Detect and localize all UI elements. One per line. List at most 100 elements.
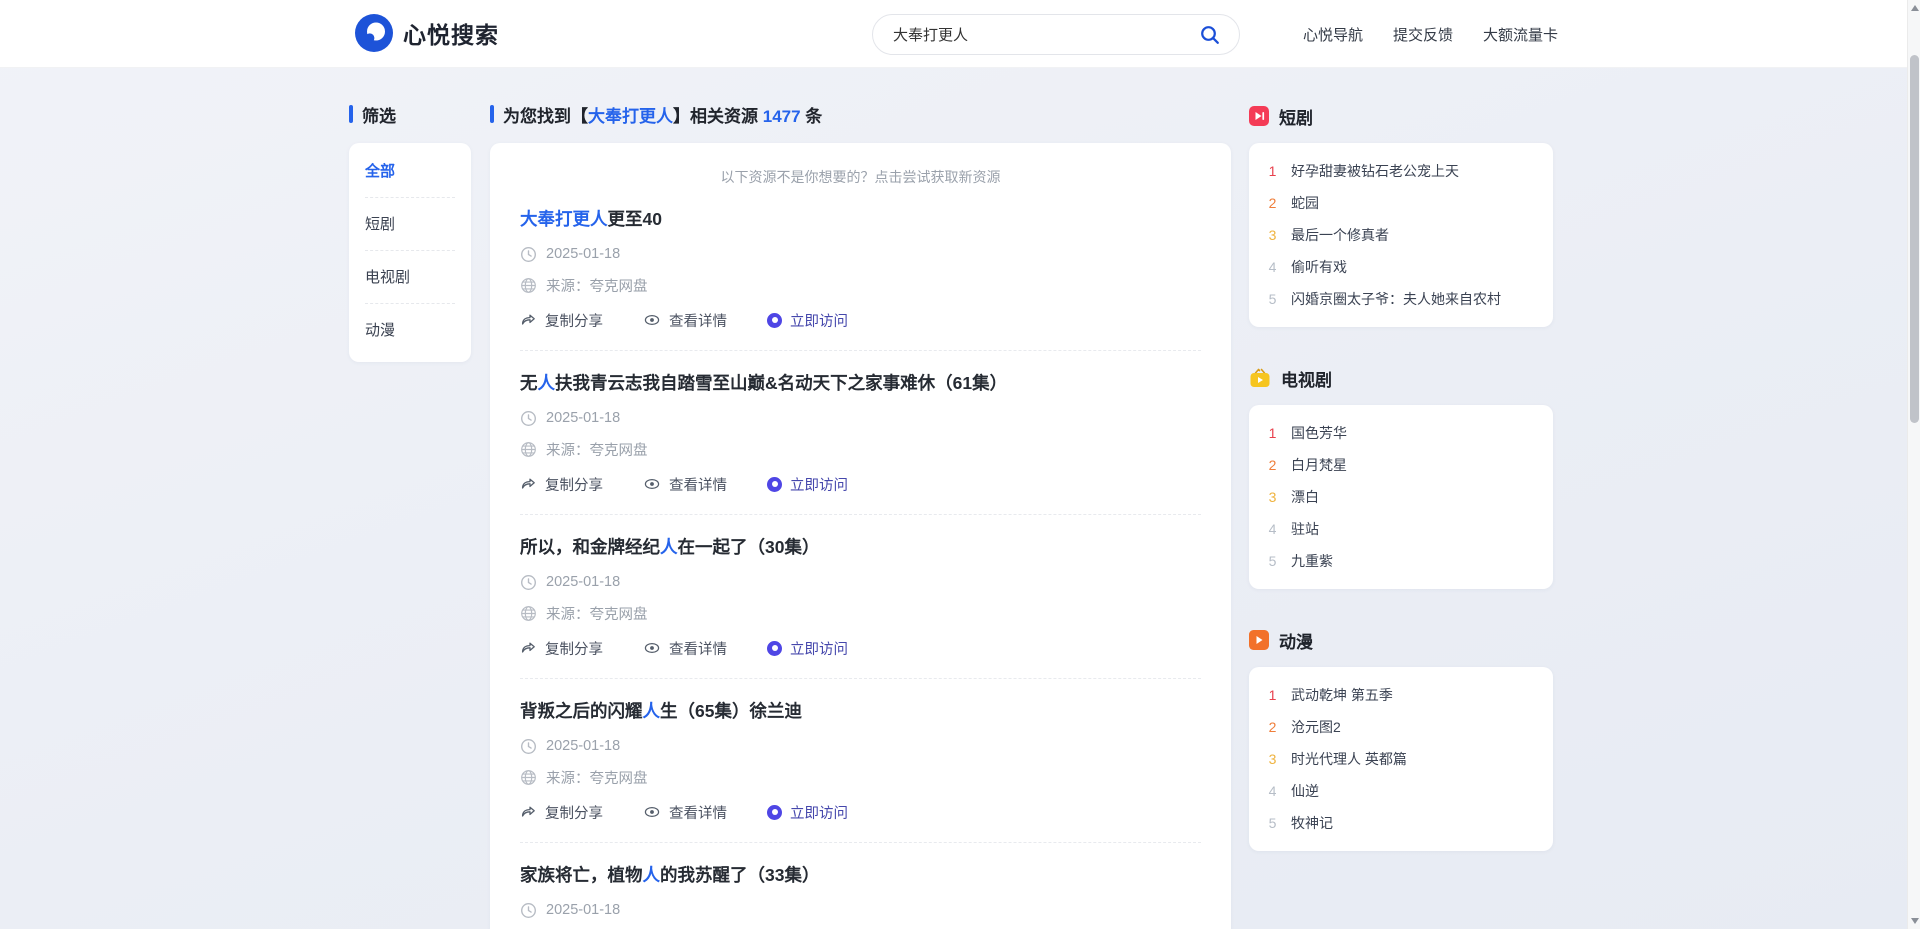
view-detail-button[interactable]: 查看详情 [643,638,727,659]
ranking-item-title: 偷听有戏 [1291,257,1347,277]
ranking-item-title: 闪婚京圈太子爷：夫人她来自农村 [1291,289,1501,309]
logo[interactable]: 心悦搜索 [355,14,499,52]
result-item: 所以，和金牌经纪人在一起了（30集） 2025-01-18 来源：夸克网盘复制分享 查… [520,515,1201,679]
ranking-item[interactable]: 1武动乾坤 第五季 [1267,679,1535,711]
top-bar: 心悦搜索 心悦导航 提交反馈 大额流量卡 [0,0,1920,68]
visit-icon [767,477,782,492]
rank-number: 5 [1267,815,1278,831]
ranking-item-title: 九重紫 [1291,551,1333,571]
refresh-notice[interactable]: 以下资源不是你想要的？点击尝试获取新资源 [520,167,1201,187]
ranking-item[interactable]: 4 偷听有戏 [1267,251,1535,283]
ranking-item-title: 漂白 [1291,487,1319,507]
ranking-title: 动漫 [1279,628,1313,653]
visit-now-button[interactable]: 立即访问 [767,802,848,823]
filter-card: 全部短剧电视剧动漫 [349,143,471,362]
ranking-item[interactable]: 1好孕甜妻被钻石老公宠上天 [1267,155,1535,187]
copy-share-button[interactable]: 复制分享 [520,310,603,331]
result-title[interactable]: 大奉打更人更至40 [520,207,1201,231]
nav-link-site-nav[interactable]: 心悦导航 [1303,24,1363,45]
result-source-row: 来源：夸克网盘 [520,604,1201,622]
eye-icon [643,640,661,656]
result-date-row: 2025-01-18 [520,573,1201,591]
view-detail-button[interactable]: 查看详情 [643,310,727,331]
ranking-item[interactable]: 5闪婚京圈太子爷：夫人她来自农村 [1267,283,1535,315]
ranking-item[interactable]: 3最后一个修真者 [1267,219,1535,251]
nav-link-data-card[interactable]: 大额流量卡 [1483,24,1558,45]
result-title[interactable]: 背叛之后的闪耀人生（65集）徐兰迪 [520,699,1201,723]
eye-icon [643,312,661,328]
play-orange-icon [1249,630,1269,650]
view-detail-button[interactable]: 查看详情 [643,802,727,823]
result-list: 大奉打更人更至402025-01-18来源：夸克网盘复制分享查看详情立即访问无人… [520,187,1201,929]
clock-icon [520,410,537,427]
result-title[interactable]: 无人扶我青云志我自踏雪至山巅&名动天下之家事难休（61集） [520,371,1201,395]
filter-item-电视剧[interactable]: 电视剧 [365,251,455,304]
visit-now-button[interactable]: 立即访问 [767,310,848,331]
scrollbar-thumb[interactable] [1910,55,1919,423]
share-icon [520,476,537,492]
result-source: 来源：夸克网盘 [546,603,648,624]
logo-text: 心悦搜索 [403,16,499,50]
result-item: 背叛之后的闪耀人生（65集）徐兰迪2025-01-18来源：夸克网盘复制分享查看… [520,679,1201,843]
ranking-section-动漫: 动漫 1武动乾坤 第五季 2 沧元图2 3时光代理人 英都篇4仙逆5牧神记 [1249,628,1553,851]
visit-icon [767,641,782,656]
filter-item-动漫[interactable]: 动漫 [365,304,455,356]
scrollbar[interactable] [1907,0,1920,929]
visit-now-button[interactable]: 立即访问 [767,474,848,495]
ranking-item[interactable]: 1国色芳华 [1267,417,1535,449]
ranking-card: 1武动乾坤 第五季 2 沧元图2 3时光代理人 英都篇4仙逆5牧神记 [1249,667,1553,851]
globe-icon [520,441,537,458]
rank-number: 2 [1267,719,1278,735]
eye-icon [643,804,661,820]
copy-share-button[interactable]: 复制分享 [520,802,603,823]
ranking-item[interactable]: 2 沧元图2 [1267,711,1535,743]
view-detail-button[interactable]: 查看详情 [643,474,727,495]
share-icon [520,804,537,820]
ranking-item[interactable]: 3 漂白 [1267,481,1535,513]
rank-number: 4 [1267,259,1278,275]
nav-link-feedback[interactable]: 提交反馈 [1393,24,1453,45]
eye-icon [643,476,661,492]
ranking-item-title: 最后一个修真者 [1291,225,1389,245]
globe-icon [520,277,537,294]
copy-share-button[interactable]: 复制分享 [520,474,603,495]
results-count: 1477 [763,107,801,126]
result-date: 2025-01-18 [546,574,620,590]
filter-item-短剧[interactable]: 短剧 [365,198,455,251]
copy-share-button[interactable]: 复制分享 [520,638,603,659]
rank-number: 3 [1267,489,1278,505]
results-header-text: 为您找到【大奉打更人】相关资源 1477 条 [503,102,822,127]
ranking-section-电视剧: 电视剧1国色芳华2白月梵星3漂白4驻站5九重紫 [1249,366,1553,589]
page: 心悦搜索 心悦导航 提交反馈 大额流量卡 筛选 全部短剧电视剧动漫 [0,0,1920,929]
result-source: 来源：夸克网盘 [546,439,648,460]
visit-now-button[interactable]: 立即访问 [767,638,848,659]
result-actions: 复制分享 查看详情 立即访问 [520,310,1201,330]
ranking-item[interactable]: 3时光代理人 英都篇 [1267,743,1535,775]
ranking-item-title: 时光代理人 英都篇 [1291,749,1407,769]
search-icon [1199,24,1221,46]
result-title[interactable]: 所以，和金牌经纪人在一起了（30集） [520,535,1201,559]
section-bar-icon [349,105,353,123]
ranking-item-title: 国色芳华 [1291,423,1347,443]
scroll-up-icon[interactable] [1911,5,1919,11]
scroll-down-icon[interactable] [1911,918,1919,924]
search-button[interactable] [1195,20,1225,50]
rankings-column: 短剧1好孕甜妻被钻石老公宠上天2蛇园3最后一个修真者4偷听有戏5闪婚京圈太子爷：… [1249,104,1553,890]
search-input[interactable] [893,26,1195,43]
rank-number: 2 [1267,195,1278,211]
ranking-item-title: 沧元图2 [1291,717,1341,737]
result-date: 2025-01-18 [546,902,620,918]
ranking-item[interactable]: 2蛇园 [1267,187,1535,219]
ranking-item-title: 好孕甜妻被钻石老公宠上天 [1291,161,1459,181]
filter-item-全部[interactable]: 全部 [365,145,455,198]
ranking-item[interactable]: 5九重紫 [1267,545,1535,577]
ranking-item[interactable]: 4仙逆 [1267,775,1535,807]
result-item: 无人扶我青云志我自踏雪至山巅&名动天下之家事难休（61集）2025-01-18来… [520,351,1201,515]
ranking-item[interactable]: 5牧神记 [1267,807,1535,839]
ranking-item[interactable]: 2白月梵星 [1267,449,1535,481]
ranking-item[interactable]: 4驻站 [1267,513,1535,545]
clock-icon [520,738,537,755]
result-actions: 复制分享 查看详情 立即访问 [520,638,1201,658]
result-date-row: 2025-01-18 [520,245,1201,263]
result-title[interactable]: 家族将亡，植物人的我苏醒了（33集） [520,863,1201,887]
